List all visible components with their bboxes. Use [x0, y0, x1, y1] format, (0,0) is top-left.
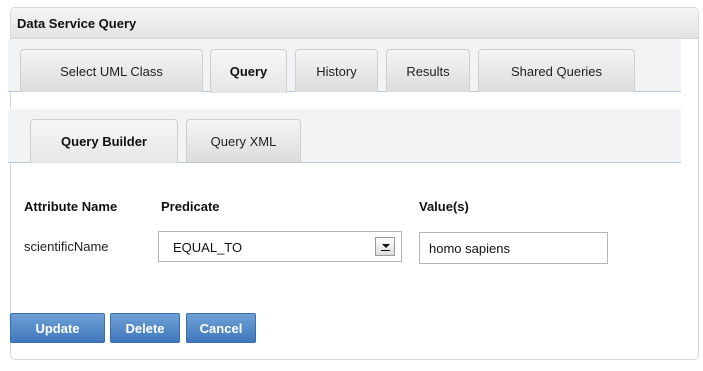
attribute-name-value: scientificName	[24, 239, 109, 254]
tab-query[interactable]: Query	[210, 49, 287, 93]
tab-query-xml[interactable]: Query XML	[186, 119, 301, 162]
predicate-header: Predicate	[161, 199, 220, 214]
tab-history[interactable]: History	[295, 49, 378, 92]
tab-results[interactable]: Results	[386, 49, 470, 92]
predicate-select[interactable]: EQUAL_TO	[158, 231, 402, 262]
panel-header: Data Service Query	[11, 8, 698, 39]
sub-tab-bar: Query Builder Query XML	[8, 109, 681, 163]
tab-query-builder[interactable]: Query Builder	[30, 119, 178, 163]
cancel-button[interactable]: Cancel	[186, 313, 256, 343]
update-button[interactable]: Update	[10, 313, 105, 343]
values-header: Value(s)	[419, 199, 469, 214]
panel-title: Data Service Query	[17, 16, 137, 31]
main-tab-bar: Select UML Class Query History Results S…	[8, 39, 681, 93]
delete-button[interactable]: Delete	[110, 313, 180, 343]
chevron-down-icon[interactable]	[375, 237, 395, 256]
attribute-name-header: Attribute Name	[24, 199, 118, 214]
predicate-selected-value: EQUAL_TO	[173, 240, 243, 255]
tab-shared-queries[interactable]: Shared Queries	[478, 49, 635, 92]
tab-select-uml-class[interactable]: Select UML Class	[20, 49, 203, 92]
value-input[interactable]	[419, 232, 608, 264]
